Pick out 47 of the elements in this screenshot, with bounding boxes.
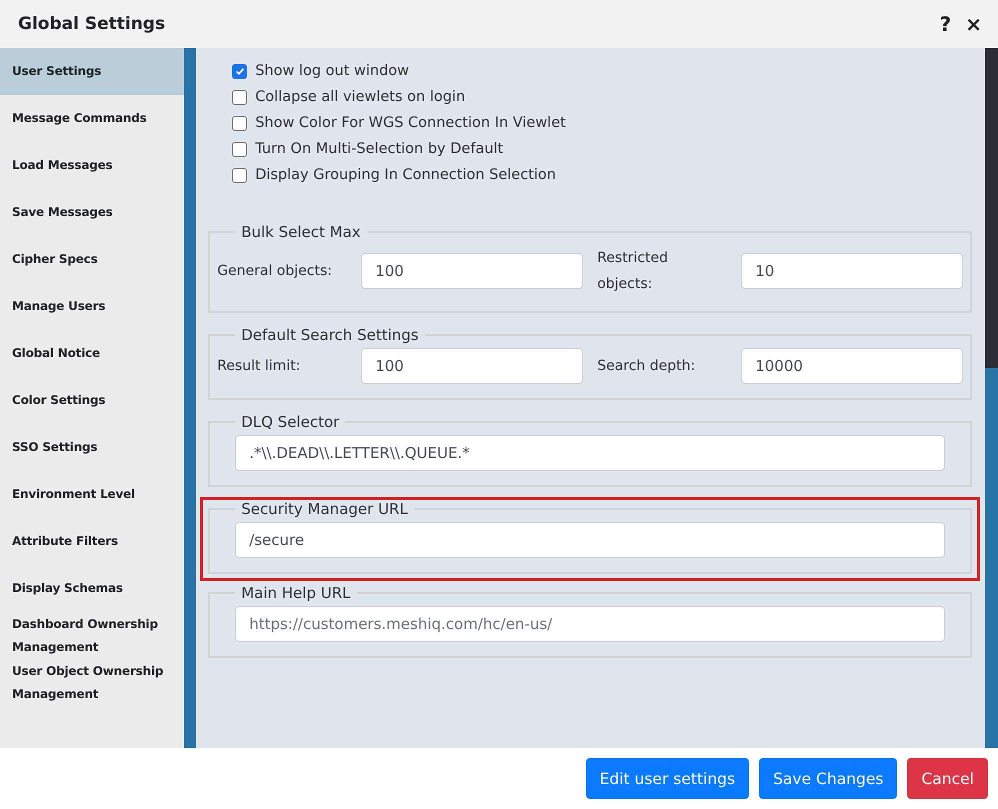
- field-label: General objects:: [217, 262, 333, 281]
- checkbox-label: Show log out window: [255, 63, 410, 79]
- sidebar-item[interactable]: User Object Ownership Management: [0, 659, 184, 706]
- sidebar-item[interactable]: Display Schemas: [0, 565, 184, 612]
- field-label: Search depth:: [597, 357, 696, 376]
- checkbox[interactable]: [232, 116, 248, 130]
- footer-button[interactable]: Edit user settings: [586, 758, 750, 799]
- group-legend: DLQ Selector: [235, 413, 346, 431]
- sidebar-item[interactable]: Color Settings: [0, 377, 184, 424]
- checkbox-label: Collapse all viewlets on login: [255, 89, 466, 105]
- sidebar-item[interactable]: Attribute Filters: [0, 518, 184, 565]
- checkbox-label: Display Grouping In Connection Selection: [255, 167, 556, 183]
- sidebar-item[interactable]: Message Commands: [0, 95, 184, 142]
- window-title: Global Settings: [18, 14, 166, 34]
- input-field[interactable]: 100: [361, 253, 584, 289]
- sidebar-item[interactable]: Manage Users: [0, 283, 184, 330]
- sidebar-item[interactable]: Cipher Specs: [0, 236, 184, 283]
- field-label: Result limit:: [217, 357, 302, 376]
- footer-button[interactable]: Cancel: [907, 758, 988, 799]
- footer-button[interactable]: Save Changes: [759, 758, 898, 799]
- sidebar-item[interactable]: Dashboard Ownership Management: [0, 612, 184, 659]
- checkbox[interactable]: [232, 90, 248, 104]
- group-legend: Security Manager URL: [235, 500, 414, 518]
- input-field[interactable]: 10000: [741, 348, 964, 384]
- close-button[interactable]: ×: [965, 12, 982, 36]
- group-legend: Default Search Settings: [235, 326, 425, 344]
- checkbox[interactable]: [232, 168, 248, 182]
- checkbox[interactable]: [232, 64, 248, 78]
- scrollbar[interactable]: [985, 48, 998, 748]
- group-legend: Bulk Select Max: [235, 223, 367, 241]
- checkbox[interactable]: [232, 142, 248, 156]
- input-field[interactable]: 100: [361, 348, 584, 384]
- sidebar-item[interactable]: Global Notice: [0, 330, 184, 377]
- input-field[interactable]: 10: [741, 253, 964, 289]
- sidebar-item[interactable]: Load Messages: [0, 142, 184, 189]
- input-field[interactable]: https://customers.meshiq.com/hc/en-us/: [235, 606, 946, 642]
- sidebar-item[interactable]: Environment Level: [0, 471, 184, 518]
- group-legend: Main Help URL: [235, 584, 356, 602]
- help-button[interactable]: ?: [940, 12, 952, 36]
- checkbox-label: Show Color For WGS Connection In Viewlet: [255, 115, 566, 131]
- input-field[interactable]: .*\\.DEAD\\.LETTER\\.QUEUE.*: [235, 435, 946, 471]
- field-label: Restricted objects:: [597, 249, 670, 294]
- sidebar-item[interactable]: User Settings: [0, 48, 184, 95]
- input-field[interactable]: /secure: [235, 522, 946, 558]
- sidebar-item[interactable]: Save Messages: [0, 189, 184, 236]
- sidebar-item[interactable]: SSO Settings: [0, 424, 184, 471]
- checkbox-label: Turn On Multi-Selection by Default: [255, 141, 504, 157]
